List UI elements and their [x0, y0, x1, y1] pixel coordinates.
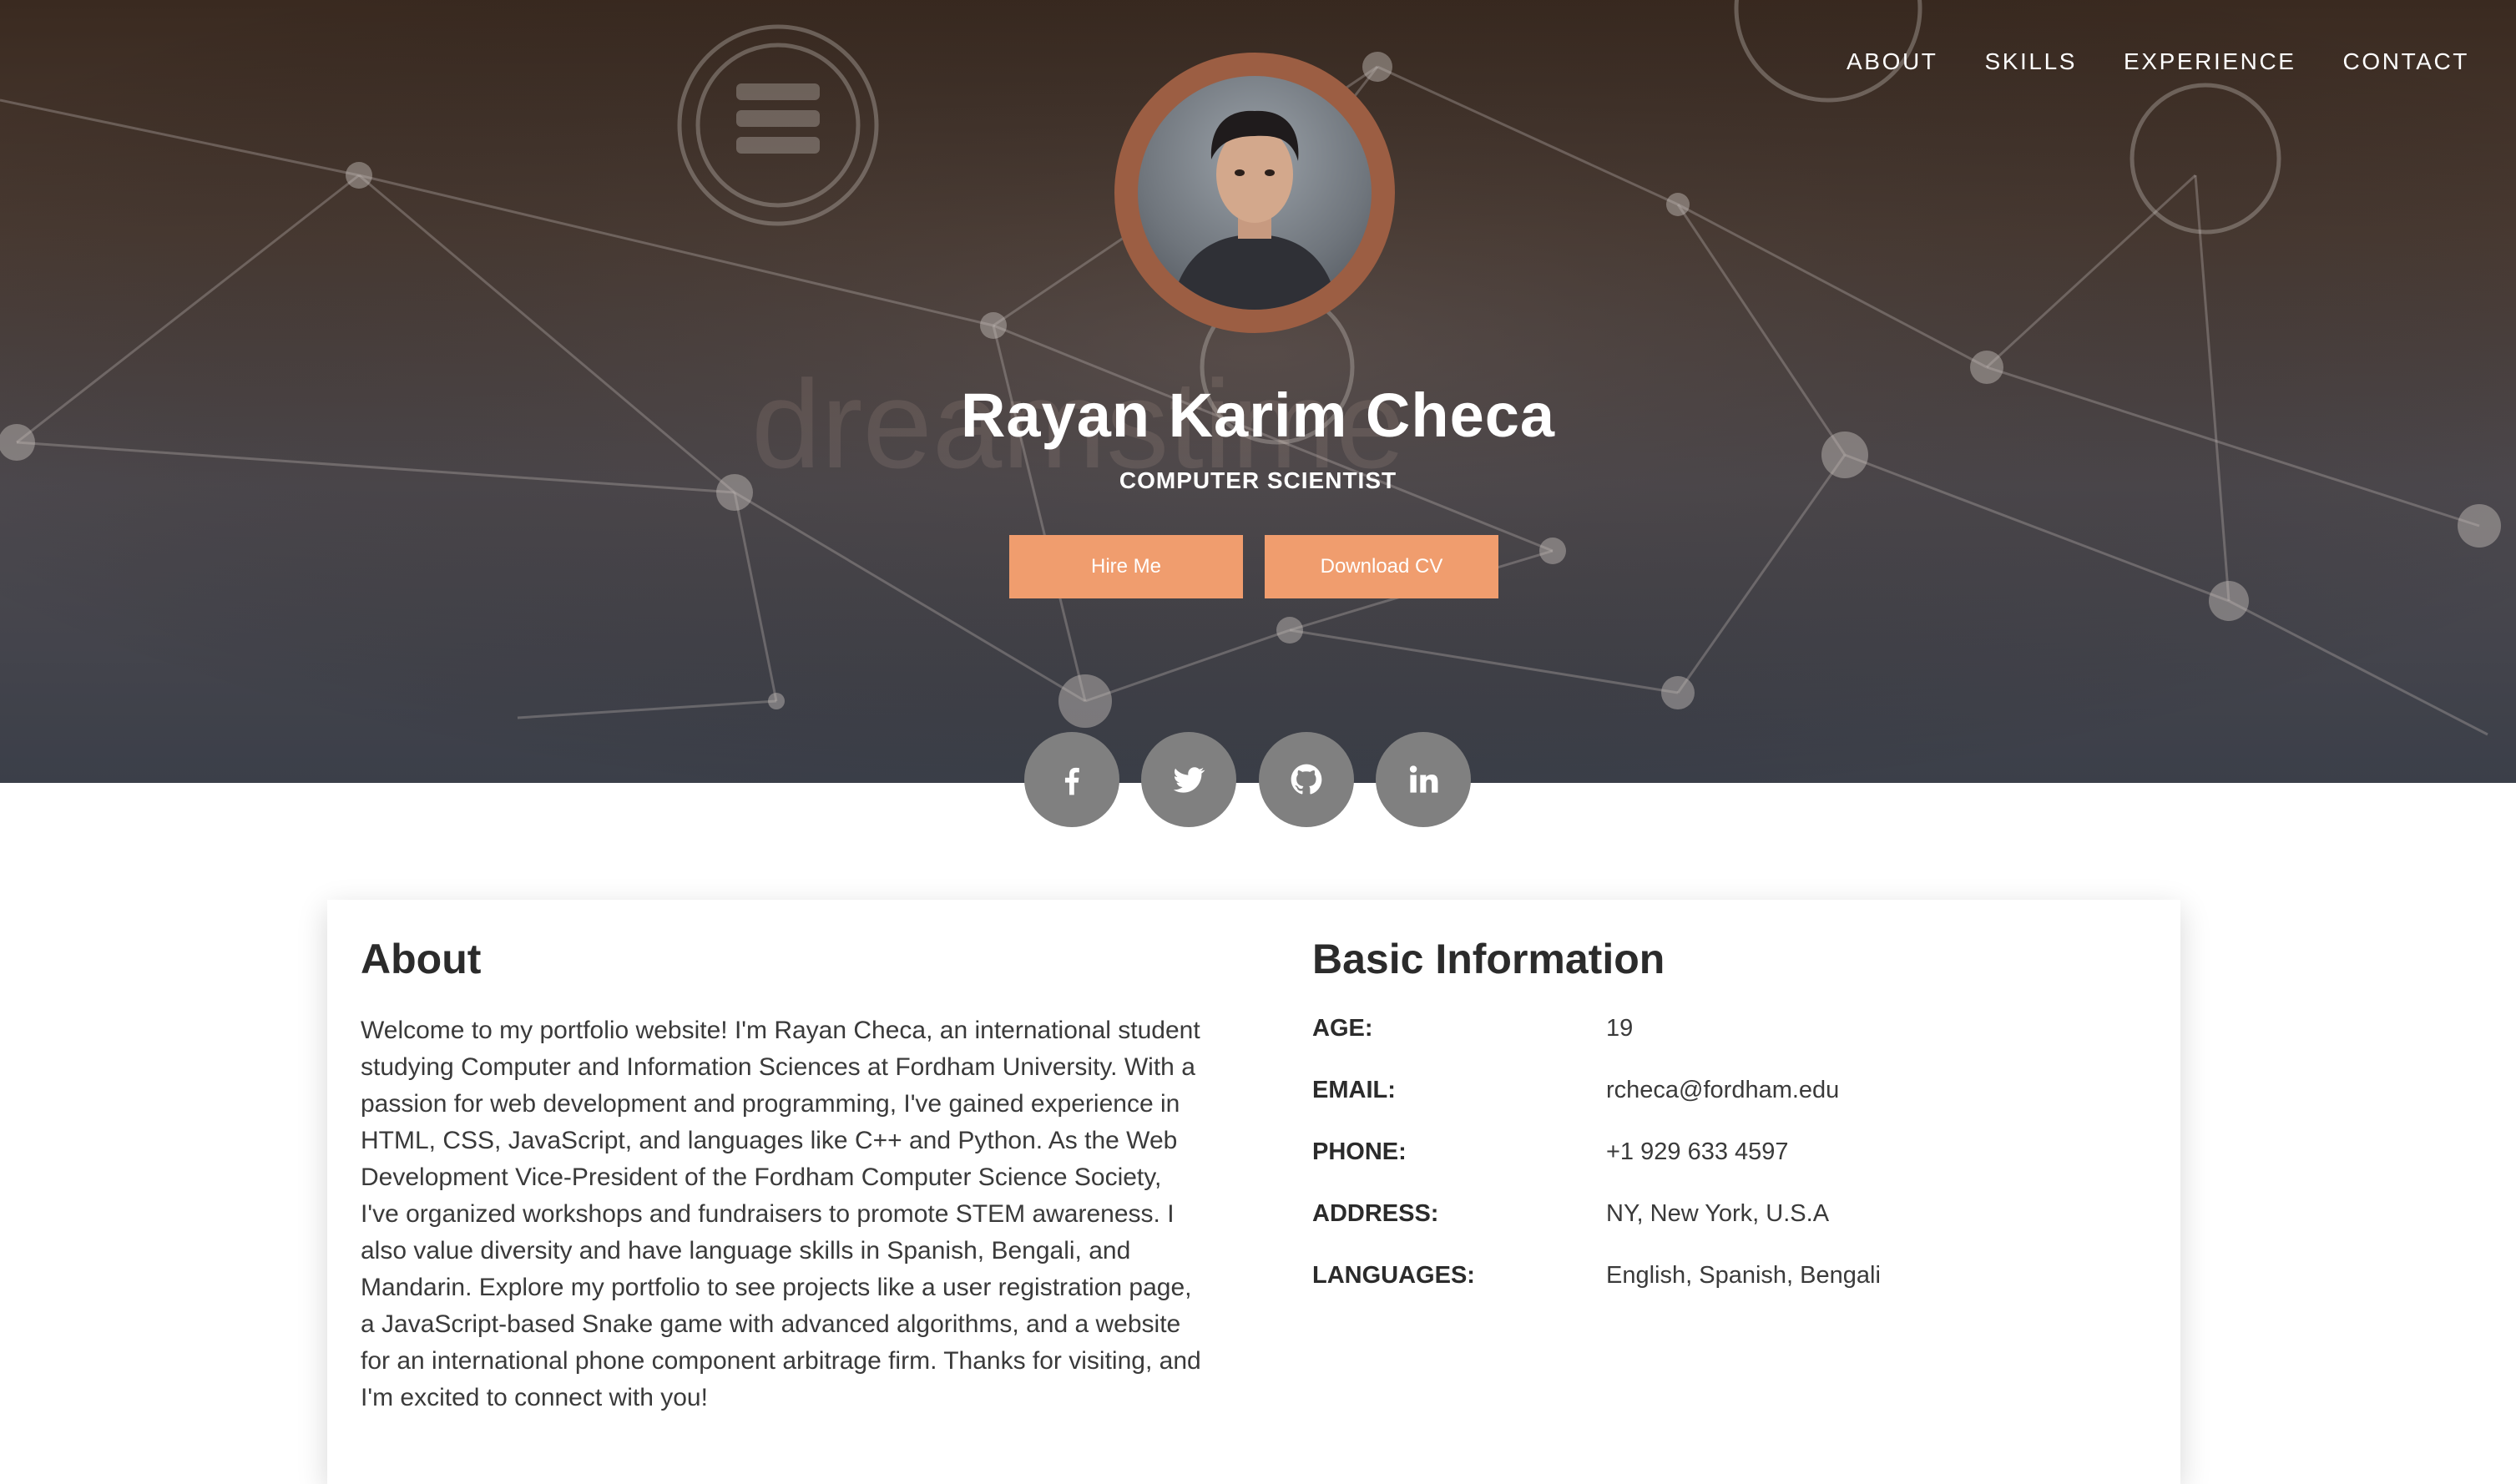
about-heading: About — [361, 936, 482, 982]
github-icon — [1291, 764, 1322, 795]
info-label: LANGUAGES: — [1312, 1262, 1475, 1289]
about-card: About Welcome to my portfolio website! I… — [327, 900, 2180, 1484]
basic-info-heading: Basic Information — [1312, 936, 1665, 982]
info-row-address: ADDRESS: NY, New York, U.S.A — [1312, 1200, 2130, 1237]
info-row-languages: LANGUAGES: English, Spanish, Bengali — [1312, 1262, 2130, 1299]
info-label: PHONE: — [1312, 1138, 1407, 1165]
linkedin-icon — [1409, 765, 1438, 793]
info-row-age: AGE: 19 — [1312, 1015, 2130, 1052]
github-link[interactable] — [1259, 732, 1354, 827]
facebook-link[interactable] — [1024, 732, 1119, 827]
profile-name: Rayan Karim Checa — [960, 381, 1556, 450]
info-label: AGE: — [1312, 1015, 1373, 1042]
info-value: +1 929 633 4597 — [1606, 1138, 1789, 1165]
info-value: English, Spanish, Bengali — [1606, 1262, 1881, 1289]
nav-link-contact[interactable]: CONTACT — [2343, 48, 2469, 75]
info-value: rcheca@fordham.edu — [1606, 1077, 1840, 1103]
info-value: NY, New York, U.S.A — [1606, 1200, 1830, 1227]
top-navigation: ABOUT SKILLS EXPERIENCE CONTACT — [1847, 48, 2469, 75]
nav-link-skills[interactable]: SKILLS — [1984, 48, 2077, 75]
linkedin-link[interactable] — [1376, 732, 1471, 827]
profile-avatar — [1114, 53, 1395, 333]
facebook-icon — [1064, 767, 1079, 795]
info-row-phone: PHONE: +1 929 633 4597 — [1312, 1138, 2130, 1175]
about-paragraph: Welcome to my portfolio website! I'm Ray… — [361, 1017, 1201, 1411]
twitter-link[interactable] — [1141, 732, 1236, 827]
nav-link-experience[interactable]: EXPERIENCE — [2124, 48, 2296, 75]
download-cv-button[interactable]: Download CV — [1265, 535, 1498, 598]
hero-banner: dreamstime ABOUT SKILLS EXPERIENCE CONTA… — [0, 0, 2516, 783]
twitter-icon — [1173, 767, 1205, 793]
profile-role: COMPUTER SCIENTIST — [1119, 467, 1397, 493]
info-value: 19 — [1606, 1015, 1634, 1042]
hire-me-button[interactable]: Hire Me — [1009, 535, 1243, 598]
nav-link-about[interactable]: ABOUT — [1847, 48, 1938, 75]
info-label: EMAIL: — [1312, 1077, 1396, 1103]
info-label: ADDRESS: — [1312, 1200, 1439, 1227]
info-row-email: EMAIL: rcheca@fordham.edu — [1312, 1077, 2130, 1113]
profile-photo — [1171, 110, 1338, 310]
